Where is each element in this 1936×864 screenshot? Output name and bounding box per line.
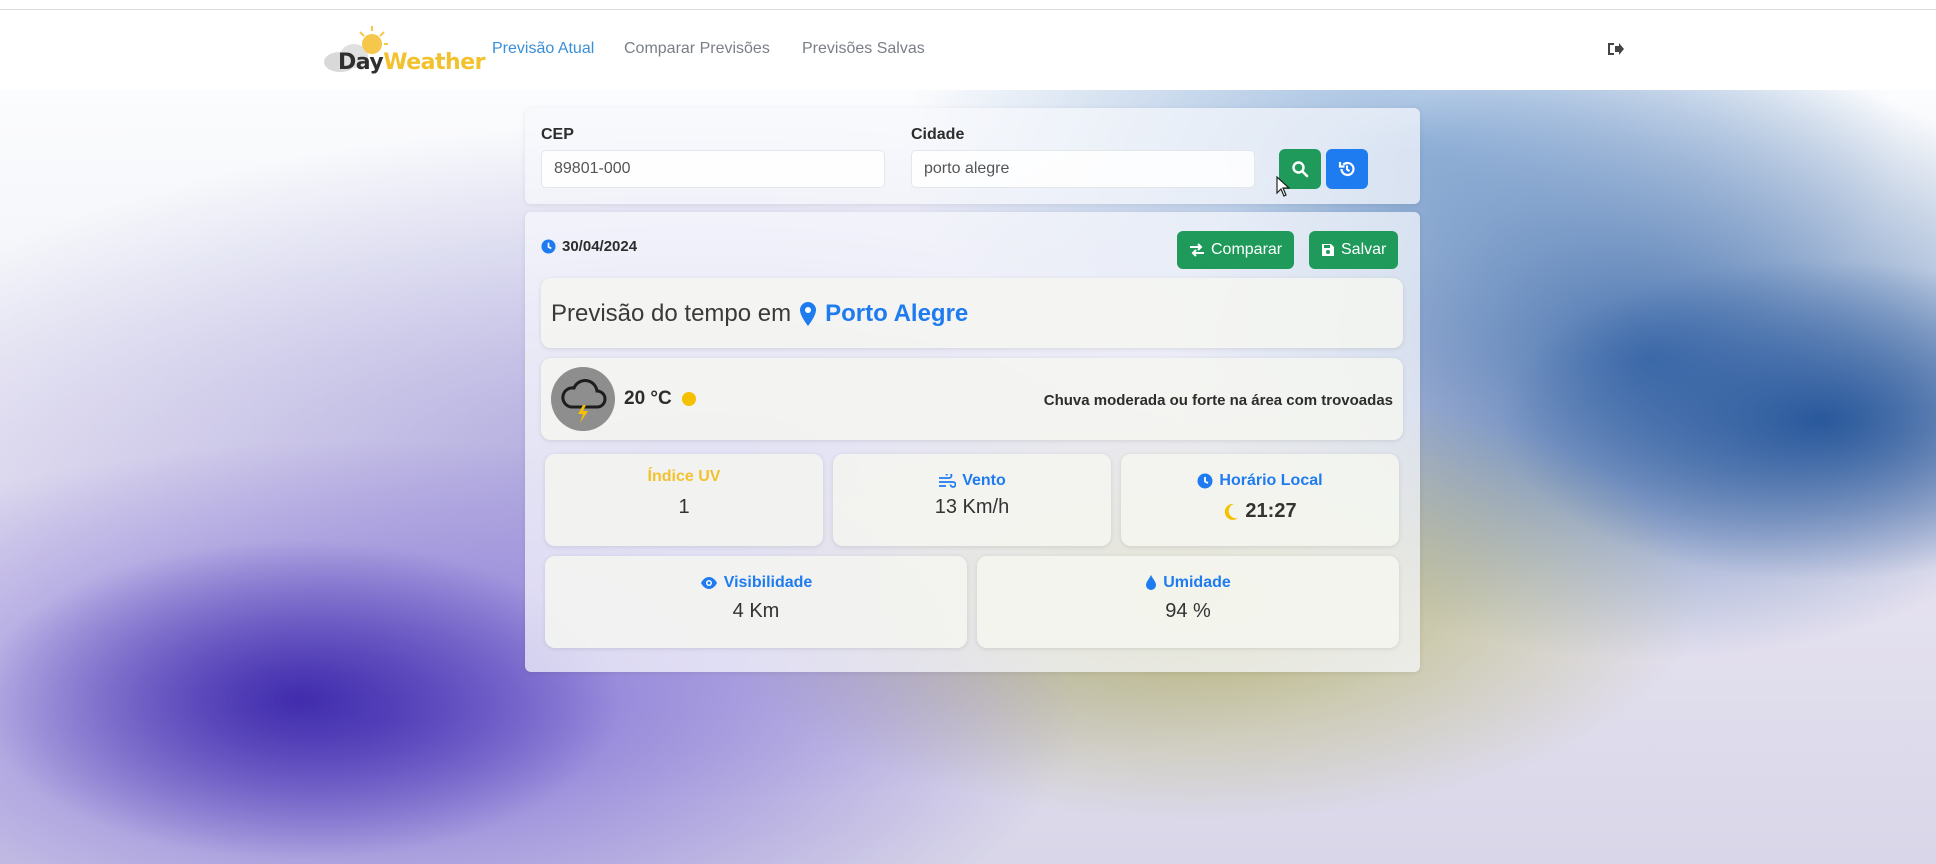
clock-icon <box>541 239 556 254</box>
droplet-icon <box>1146 575 1157 590</box>
forecast-title: Previsão do tempo em Porto Alegre <box>551 300 968 328</box>
clock-icon <box>1197 473 1213 489</box>
humidity-card: Umidade 94 % <box>977 556 1399 648</box>
moon-icon <box>1225 503 1239 520</box>
mouse-cursor-icon <box>1276 175 1291 198</box>
local-time-label: Horário Local <box>1219 472 1323 489</box>
forecast-date: 30/04/2024 <box>541 238 637 255</box>
logo-text-day: Day <box>338 50 384 75</box>
local-time-label-row: Horário Local <box>1121 472 1399 490</box>
eye-icon <box>700 577 717 589</box>
title-prefix: Previsão do tempo em <box>551 300 792 327</box>
sun-icon <box>681 392 696 406</box>
navbar: DayWeather Previsão Atual Comparar Previ… <box>0 10 1936 90</box>
uv-card: Índice UV 1 <box>545 454 823 546</box>
logo-text-weather: Weather <box>383 50 485 75</box>
humidity-label: Umidade <box>1163 574 1231 591</box>
visibility-label: Visibilidade <box>723 574 813 591</box>
condition-text: Chuva moderada ou forte na área com trov… <box>1043 392 1393 409</box>
uv-label: Índice UV <box>647 468 721 485</box>
logo[interactable]: DayWeather <box>318 22 485 76</box>
uv-value: 1 <box>678 496 690 518</box>
wind-value: 13 Km/h <box>934 496 1010 518</box>
history-button[interactable] <box>1326 149 1368 189</box>
humidity-value: 94 % <box>1165 600 1211 622</box>
local-time-card: Horário Local 21:27 <box>1121 454 1399 546</box>
compare-label: Comparar <box>1211 241 1283 258</box>
wind-icon <box>939 474 957 488</box>
title-card: Previsão do tempo em Porto Alegre <box>541 278 1403 348</box>
date-text: 30/04/2024 <box>562 238 638 255</box>
visibility-value: 4 Km <box>732 600 780 622</box>
wind-card: Vento 13 Km/h <box>833 454 1111 546</box>
exchange-icon <box>1190 243 1204 257</box>
sign-out-icon[interactable] <box>1606 40 1624 58</box>
temperature-text: 20 °C <box>624 388 672 409</box>
cep-label: CEP <box>541 126 574 143</box>
visibility-label-row: Visibilidade <box>545 574 967 592</box>
local-time-value: 21:27 <box>1245 500 1297 522</box>
local-time-value-row: 21:27 <box>1121 500 1399 523</box>
save-label: Salvar <box>1341 241 1387 258</box>
nav-previsao-atual[interactable]: Previsão Atual <box>492 40 594 58</box>
logo-text: DayWeather <box>338 50 485 75</box>
humidity-label-row: Umidade <box>977 574 1399 592</box>
history-icon <box>1338 161 1355 177</box>
condition-card: 20 °C Chuva moderada ou forte na área co… <box>541 358 1403 440</box>
cep-input[interactable]: 89801-000 <box>541 150 885 188</box>
city-label: Cidade <box>911 126 965 143</box>
save-button[interactable]: Salvar <box>1309 231 1399 269</box>
wind-label-row: Vento <box>833 472 1111 490</box>
map-marker-icon <box>800 302 817 326</box>
nav-previsoes-salvas[interactable]: Previsões Salvas <box>802 40 925 58</box>
thunderstorm-icon <box>551 367 615 431</box>
top-border <box>0 0 1936 10</box>
temperature: 20 °C <box>624 388 696 410</box>
compare-button[interactable]: Comparar <box>1177 231 1295 269</box>
forecast-panel: 30/04/2024 Comparar Salvar Previsão do t… <box>525 212 1420 672</box>
search-icon <box>1292 161 1309 178</box>
city-name: Porto Alegre <box>825 300 969 327</box>
nav-comparar-previsoes[interactable]: Comparar Previsões <box>624 40 770 58</box>
city-input[interactable]: porto alegre <box>911 150 1255 188</box>
floppy-icon <box>1322 244 1334 256</box>
wind-label: Vento <box>962 472 1006 489</box>
visibility-card: Visibilidade 4 Km <box>545 556 967 648</box>
